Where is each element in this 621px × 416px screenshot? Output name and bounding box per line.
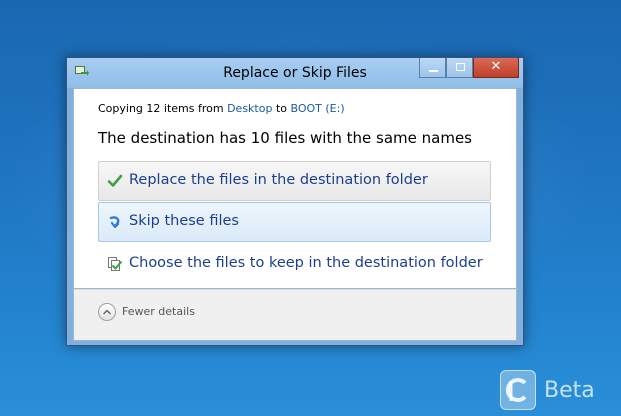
source-link[interactable]: Desktop [227, 102, 272, 115]
choose-files-label: Choose the files to keep in the destinat… [129, 255, 483, 271]
maximize-button[interactable] [446, 58, 473, 78]
pcbeta-watermark-text: Beta [544, 378, 595, 403]
skip-files-option[interactable]: Skip these files [98, 202, 491, 242]
copying-summary: Copying 12 items from Desktop to BOOT (E… [98, 102, 345, 115]
choose-files-option[interactable]: Choose the files to keep in the destinat… [98, 244, 491, 284]
destination-link[interactable]: BOOT (E:) [291, 102, 345, 115]
conflict-headline: The destination has 10 files with the sa… [98, 129, 472, 147]
replace-files-option[interactable]: Replace the files in the destination fol… [98, 161, 491, 201]
minimize-button[interactable] [419, 58, 446, 78]
dialog-content: Copying 12 items from Desktop to BOOT (E… [73, 88, 517, 289]
close-button[interactable]: ✕ [473, 58, 519, 78]
fewer-details-label: Fewer details [122, 305, 195, 318]
copying-prefix: Copying 12 items from [98, 102, 228, 115]
choose-files-icon [108, 257, 122, 271]
skip-arrow-icon [109, 216, 120, 229]
pcbeta-watermark-logo: Beta [500, 370, 618, 410]
chevron-up-icon [98, 303, 116, 321]
title-bar[interactable]: Replace or Skip Files ✕ [67, 58, 523, 88]
replace-files-label: Replace the files in the destination fol… [129, 172, 428, 188]
pcbeta-logo-mark [500, 370, 536, 410]
copying-mid: to [272, 102, 291, 115]
dialog-footer: Fewer details [73, 289, 517, 341]
checkmark-icon [107, 174, 123, 187]
replace-skip-dialog: Replace or Skip Files ✕ Copying 12 items… [66, 57, 524, 346]
close-icon: ✕ [490, 59, 502, 74]
skip-files-label: Skip these files [129, 213, 239, 229]
